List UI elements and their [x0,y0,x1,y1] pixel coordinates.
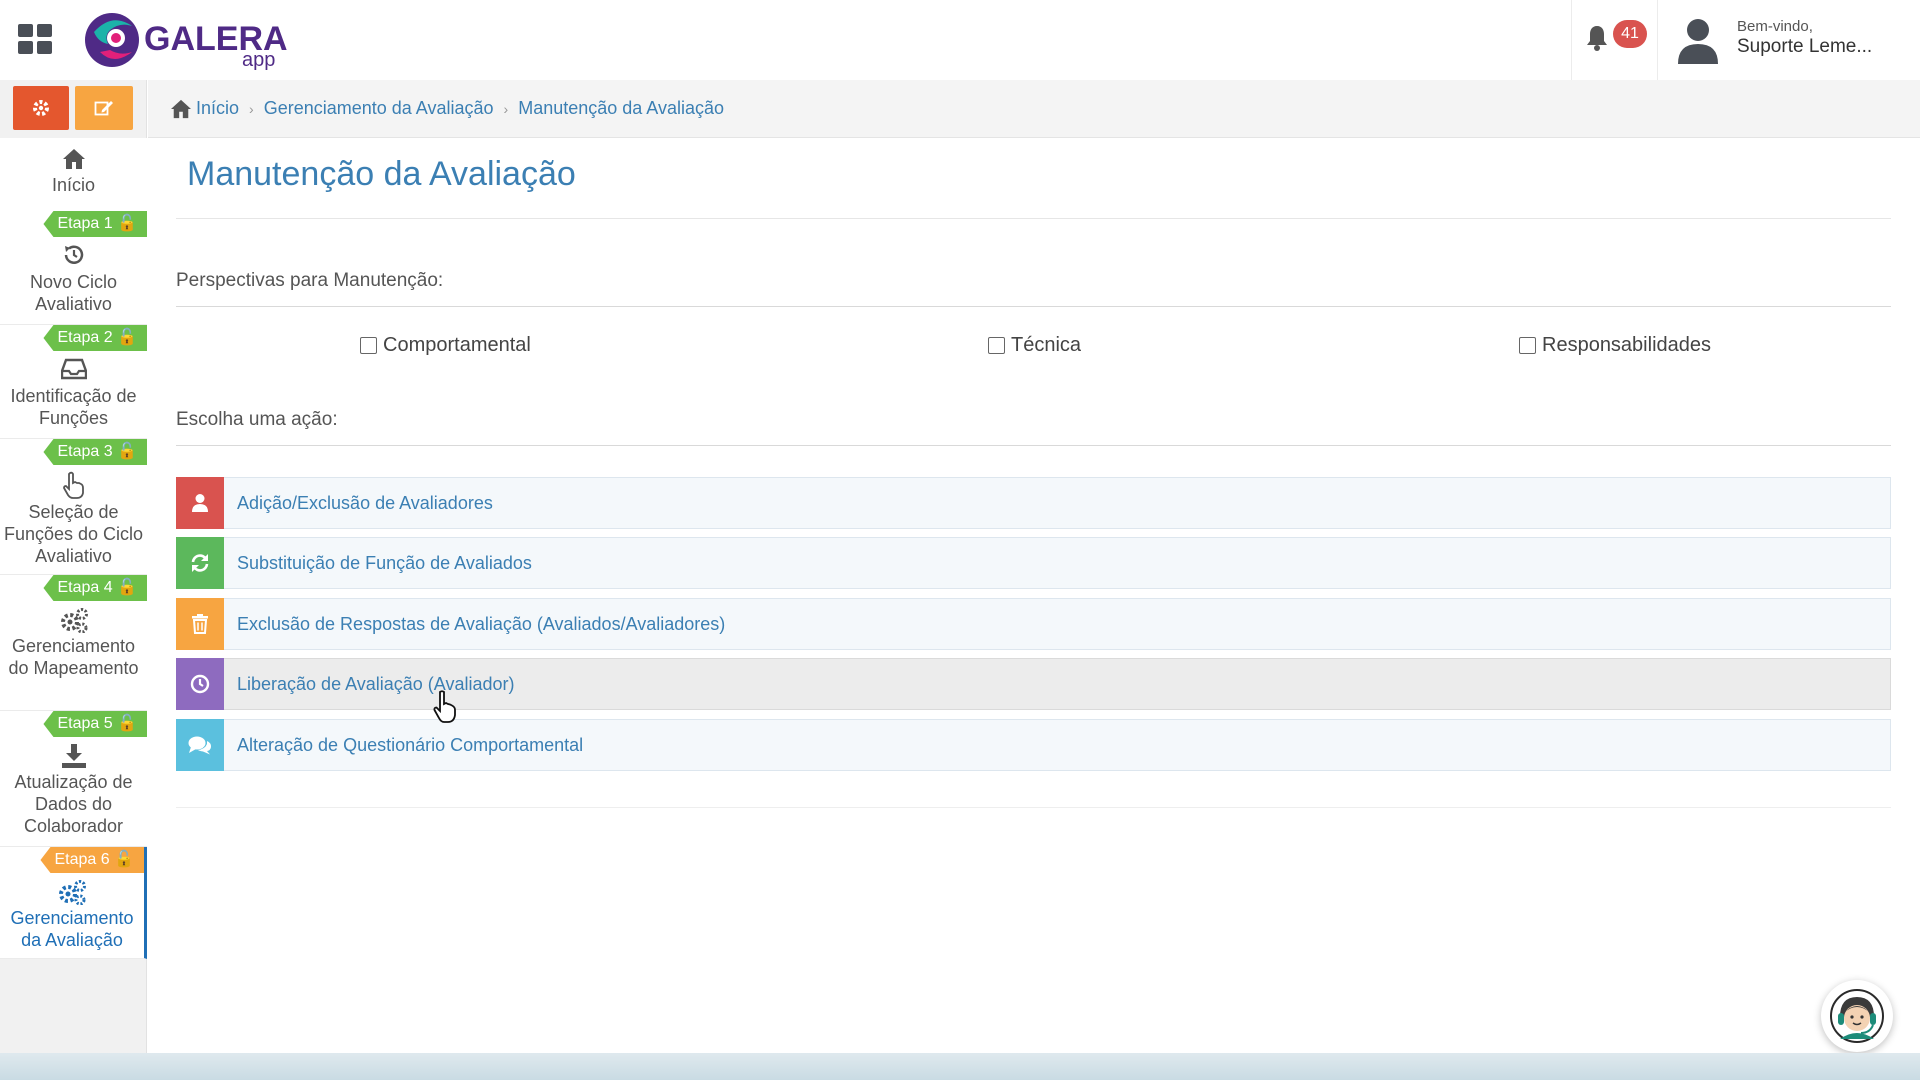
content-divider [176,807,1891,808]
home-icon [62,149,85,169]
action-label: Alteração de Questionário Comportamental [237,734,584,755]
action-icon-box [176,657,224,710]
download-icon [61,744,86,768]
bottom-bar [0,1053,1920,1080]
top-header: GALERA app 41 Bem-vindo, Suporte Leme... [0,0,1920,80]
sidebar-item-gerenciamento-avaliacao[interactable]: Etapa 6 🔓 Gerenciamento da Avaliação [0,847,147,959]
sidebar-item-label: Identificação de Funções [10,386,137,428]
breadcrumb-separator: › [249,100,254,117]
action-icon-box [176,536,224,589]
etapa-badge: Etapa 2 🔓 [43,325,147,351]
breadcrumb: Início › Gerenciamento da Avaliação › Ma… [148,80,1920,138]
sidebar-item-label: Seleção de Funções do Ciclo Avaliativo [3,502,144,566]
edit-button[interactable] [75,86,133,130]
action-liberacao-avaliacao[interactable]: Liberação de Avaliação (Avaliador) [176,657,1891,710]
action-adicao-exclusao-avaliadores[interactable]: Adição/Exclusão de Avaliadores [176,476,1891,529]
action-label: Substituição de Função de Avaliados [237,552,532,573]
checkbox-box[interactable] [360,337,377,354]
user-icon [192,493,208,512]
action-exclusao-respostas[interactable]: Exclusão de Respostas de Avaliação (Aval… [176,597,1891,650]
breadcrumb-home[interactable]: Início [170,98,239,119]
actions-label: Escolha uma ação: [176,409,338,430]
sidebar: Início Etapa 1 🔓 Novo Ciclo Avaliativo E… [0,80,147,1055]
sidebar-item-label: Gerenciamento da Avaliação [10,908,134,950]
bell-icon[interactable] [1585,24,1609,52]
action-icon-box [176,718,224,771]
etapa-badge: Etapa 6 🔓 [40,847,144,873]
sidebar-item-novo-ciclo[interactable]: Etapa 1 🔓 Novo Ciclo Avaliativo [0,211,147,325]
user-avatar-icon[interactable] [1676,16,1720,64]
checkbox-box[interactable] [988,337,1005,354]
trash-icon [192,613,208,634]
welcome-text: Bem-vindo, [1737,18,1813,35]
checkbox-tecnica[interactable]: Técnica [988,334,1081,357]
sidebar-item-identificacao[interactable]: Etapa 2 🔓 Identificação de Funções [0,325,147,439]
gear-icon [33,100,49,116]
svg-text:app: app [242,49,275,71]
action-substituicao-funcao[interactable]: Substituição de Função de Avaliados [176,536,1891,589]
action-label: Exclusão de Respostas de Avaliação (Aval… [237,613,726,634]
checkbox-label: Comportamental [383,334,531,356]
breadcrumb-current[interactable]: Manutenção da Avaliação [518,98,724,119]
support-chat-button[interactable] [1821,980,1893,1052]
etapa-badge: Etapa 1 🔓 [43,211,147,237]
gears-icon [60,608,88,633]
refresh-icon [191,553,209,572]
sidebar-item-label: Novo Ciclo Avaliativo [29,272,118,314]
clock-icon [190,674,210,693]
home-icon [171,99,191,118]
action-label: Liberação de Avaliação (Avaliador) [237,673,515,694]
header-divider [1657,0,1658,80]
hand-pointer-icon [62,471,84,499]
checkbox-comportamental[interactable]: Comportamental [360,334,531,357]
etapa-badge: Etapa 4 🔓 [43,575,147,601]
etapa-badge: Etapa 5 🔓 [43,711,147,737]
inbox-icon [60,358,87,380]
galera-app-logo[interactable]: GALERA app [80,8,340,74]
action-alteracao-questionario[interactable]: Alteração de Questionário Comportamental [176,718,1891,771]
title-divider [176,218,1891,219]
breadcrumb-separator: › [503,100,509,117]
history-icon [64,245,83,264]
sidebar-tools [0,80,146,138]
support-agent-icon [1830,989,1884,1043]
action-label: Adição/Exclusão de Avaliadores [237,492,493,513]
etapa-badge: Etapa 3 🔓 [43,439,147,465]
page-title: Manutenção da Avaliação [187,155,576,193]
sidebar-item-selecao[interactable]: Etapa 3 🔓 Seleção de Funções do Ciclo Av… [0,439,147,575]
section-divider [176,306,1891,307]
notification-count-badge[interactable]: 41 [1613,20,1647,48]
checkbox-responsabilidades[interactable]: Responsabilidades [1519,334,1711,357]
sidebar-item-atualizacao[interactable]: Etapa 5 🔓 Atualização de Dados do Colabo… [0,711,147,847]
user-name[interactable]: Suporte Leme... [1737,36,1872,58]
sidebar-item-mapeamento[interactable]: Etapa 4 🔓 Gerenciamento do Mapeamento [0,575,147,711]
sidebar-item-label: Atualização de Dados do Colaborador [14,772,133,836]
section-divider [176,445,1891,446]
header-divider [1571,0,1572,80]
breadcrumb-gerenciamento[interactable]: Gerenciamento da Avaliação [264,98,494,119]
apps-grid-icon[interactable] [18,24,52,54]
checkbox-label: Responsabilidades [1542,334,1712,356]
action-icon-box [176,597,224,650]
perspectives-label: Perspectivas para Manutenção: [176,270,444,291]
comments-icon [188,736,212,754]
action-icon-box [176,476,224,529]
checkbox-box[interactable] [1519,337,1536,354]
gears-icon [59,880,86,905]
sidebar-item-label: Gerenciamento do Mapeamento [8,636,139,678]
settings-button[interactable] [13,86,69,130]
sidebar-item-label: Início [51,175,96,195]
breadcrumb-home-label[interactable]: Início [196,98,239,119]
edit-icon [94,101,113,116]
checkbox-label: Técnica [1011,334,1082,356]
